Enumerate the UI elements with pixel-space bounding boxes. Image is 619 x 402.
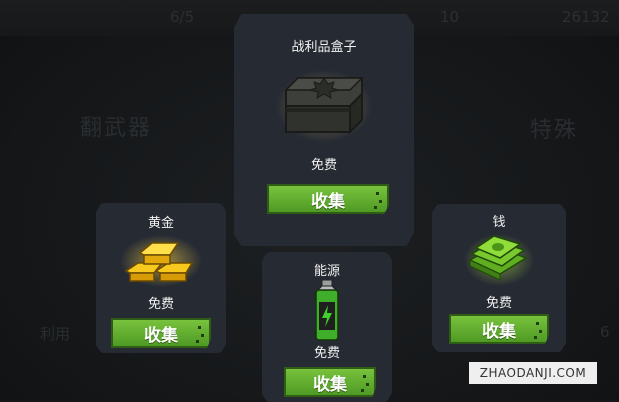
energy-title: 能源 [313,264,340,279]
loot-box-price: 免费 [310,158,337,173]
loot-box-collect-button[interactable]: 收集 [267,184,389,214]
money-collect-button[interactable]: 收集 [449,314,549,344]
gold-title: 黄金 [147,216,174,231]
bg-weapons-label: 翻武器 [80,116,153,141]
gold-collect-button[interactable]: 收集 [111,318,211,348]
bg-counter-3: 26132 [562,8,610,26]
energy-canister-icon [315,280,339,341]
energy-price: 免费 [313,346,340,361]
bg-special-label: 特殊 [530,118,579,143]
bg-counter-2: 10 [440,8,460,26]
money-panel: 钱 免费 收集 [432,204,566,352]
energy-panel: 能源 免费 收集 [262,252,392,402]
gold-price: 免费 [147,297,174,312]
loot-box-icon [276,70,372,142]
site-watermark: ZHAODANJI.COM [469,362,597,384]
bg-counter-1: 6/5 [170,8,195,26]
money-title: 钱 [492,215,506,230]
loot-box-title: 战利品盒子 [291,40,357,55]
money-price: 免费 [485,296,512,311]
bg-bottom-right-label: 6 [600,323,610,341]
energy-collect-button[interactable]: 收集 [284,367,376,397]
cash-stack-icon [464,234,534,286]
bg-bottom-left-label: 利用 [40,325,71,343]
gold-bars-icon [120,235,202,287]
loot-box-panel: 战利品盒子 免费 收集 [234,14,414,246]
gold-panel: 黄金 免费 收集 [96,203,226,353]
